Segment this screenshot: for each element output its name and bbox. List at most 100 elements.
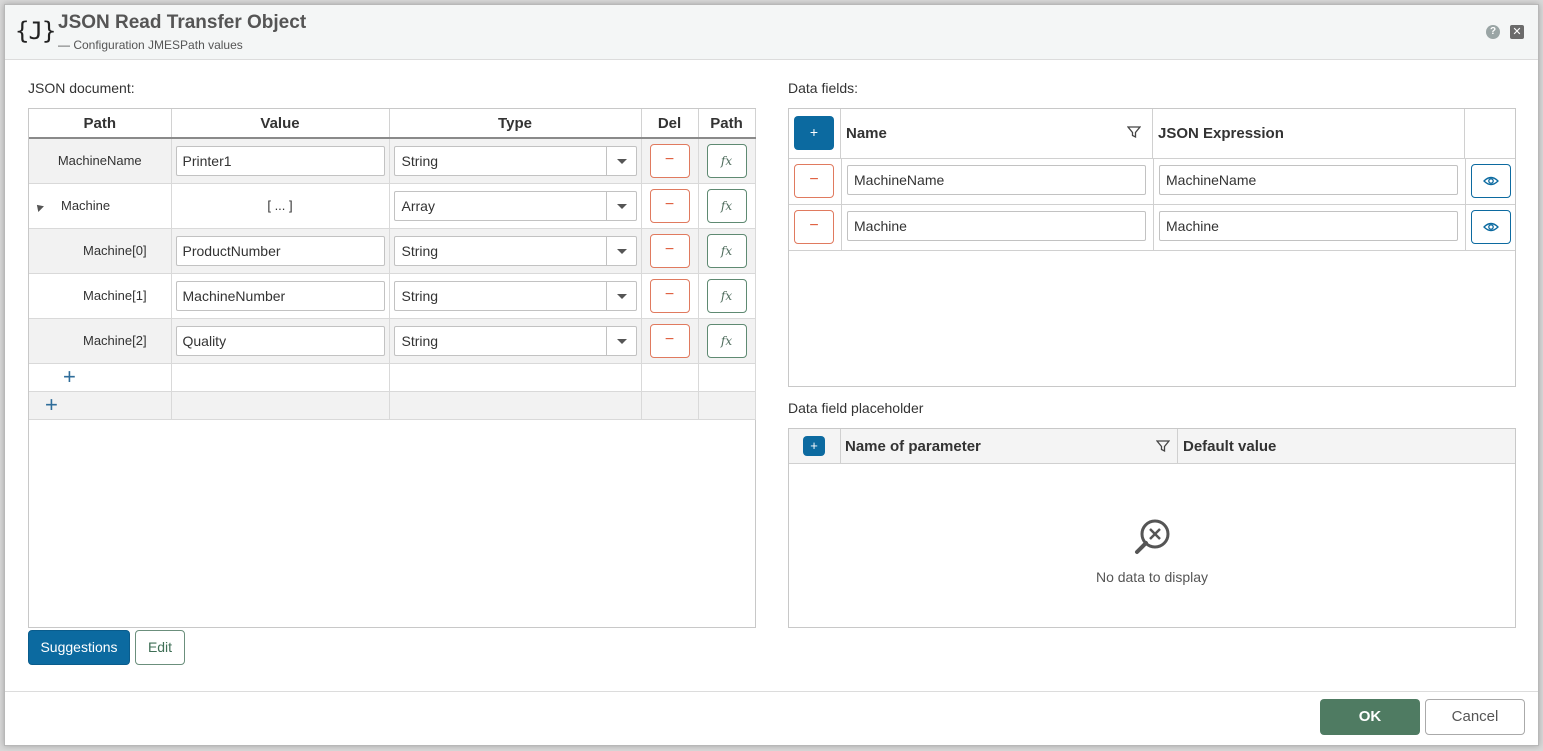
empty-message: No data to display [1095,569,1209,585]
chevron-down-icon[interactable] [605,146,636,175]
path-cell: Machine[0] [29,228,172,274]
fx-icon[interactable]: fx [706,188,747,223]
delete-button[interactable]: − [649,323,690,358]
col-parameter-label: Name of parameter [845,438,981,455]
preview-button[interactable] [1471,164,1511,198]
add-placeholder-button[interactable]: + [803,436,825,456]
col-expression-label: JSON Expression [1158,125,1284,142]
close-icon[interactable]: ✕ [1510,25,1524,39]
chevron-down-icon[interactable] [605,326,636,355]
type-select[interactable]: String [393,235,637,266]
add-root-icon[interactable]: + [45,392,58,417]
col-add: + [789,429,841,463]
add-field-button[interactable]: + [794,116,834,150]
value-input[interactable]: Quality [175,325,385,356]
table-row: Machine[2] Quality String − fx [29,318,756,364]
dialog: {J} JSON Read Transfer Object — Configur… [4,4,1539,746]
path-cell: MachineName [29,138,172,184]
type-select-value: String [401,287,439,304]
json-document-grid: Path Value Type Del Path MachineName Pri… [28,108,756,628]
field-name-input[interactable]: MachineName [847,165,1146,195]
path-cell: Machine[2] [29,318,172,364]
path-label: Machine [61,198,111,213]
path-cell: Machine[1] [29,273,172,319]
preview-button[interactable] [1471,210,1511,244]
type-select[interactable]: String [393,145,637,176]
add-child-row: + [29,363,756,392]
value-input[interactable]: Printer1 [175,145,385,176]
dialog-title: JSON Read Transfer Object [58,12,307,33]
title-bar: {J} JSON Read Transfer Object — Configur… [5,5,1538,60]
field-name-input[interactable]: Machine [847,211,1146,241]
delete-field-button[interactable]: − [794,164,834,198]
fx-icon[interactable]: fx [706,323,747,358]
delete-button[interactable]: − [649,278,690,313]
json-document-label: JSON document: [28,80,135,96]
type-select-value: String [401,332,439,349]
field-expression-input[interactable]: MachineName [1159,165,1458,195]
placeholder-grid: + Name of parameter Default value No dat… [788,428,1516,628]
col-type[interactable]: Type [389,109,642,139]
divider [1465,159,1466,204]
chevron-down-icon[interactable] [605,191,636,220]
col-name[interactable]: Name [841,109,1153,158]
add-child-icon[interactable]: + [63,364,76,389]
path-cell: Machine [29,183,172,229]
col-default-label: Default value [1183,438,1277,455]
field-expression-input[interactable]: Machine [1159,211,1458,241]
delete-field-button[interactable]: − [794,210,834,244]
data-fields-grid: + Name JSON Expression − MachineName Mac… [788,108,1516,387]
data-fields-header: + Name JSON Expression [789,109,1515,159]
chevron-down-icon[interactable] [605,236,636,265]
divider [1153,205,1154,250]
help-icon[interactable]: ? [1486,25,1500,39]
no-data-icon [1135,519,1170,554]
collapse-icon[interactable] [34,202,44,212]
eye-icon [1483,222,1499,232]
delete-button[interactable]: − [649,188,690,223]
divider [841,205,842,250]
delete-button[interactable]: − [649,233,690,268]
dialog-subtitle: — Configuration JMESPath values [58,38,243,52]
table-row: Machine[0] ProductNumber String − fx [29,228,756,274]
cancel-button[interactable]: Cancel [1425,699,1525,735]
type-select[interactable]: Array [393,190,637,221]
add-root-row: + [29,391,756,420]
value-input[interactable]: MachineNumber [175,280,385,311]
filter-icon[interactable] [1127,125,1141,139]
col-value[interactable]: Value [171,109,390,139]
fx-icon[interactable]: fx [706,278,747,313]
delete-button[interactable]: − [649,143,690,178]
divider [841,159,842,204]
suggestions-button[interactable]: Suggestions [28,630,130,665]
filter-icon[interactable] [1156,439,1170,453]
table-row: Machine [ ... ] Array − fx [29,183,756,229]
col-path[interactable]: Path [29,109,172,139]
col-add: + [789,109,841,158]
eye-icon [1483,176,1499,186]
fx-icon[interactable]: fx [706,143,747,178]
data-fields-label: Data fields: [788,80,859,96]
edit-button[interactable]: Edit [135,630,185,665]
table-row: − MachineName MachineName [789,159,1515,205]
divider [1153,159,1154,204]
fx-icon[interactable]: fx [706,233,747,268]
type-select[interactable]: String [393,325,637,356]
col-del[interactable]: Del [641,109,699,139]
col-path-fx[interactable]: Path [698,109,756,139]
json-icon: {J} [15,17,56,45]
type-select-value: String [401,152,439,169]
col-expression[interactable]: JSON Expression [1153,109,1465,158]
placeholder-header: + Name of parameter Default value [789,429,1515,464]
table-row: Machine[1] MachineNumber String − fx [29,273,756,319]
divider [1465,205,1466,250]
type-select[interactable]: String [393,280,637,311]
type-select-value: String [401,242,439,259]
ok-button[interactable]: OK [1320,699,1420,735]
table-row: − Machine Machine [789,205,1515,251]
col-name-label: Name [846,125,887,142]
col-parameter-name[interactable]: Name of parameter [841,429,1178,463]
chevron-down-icon[interactable] [605,281,636,310]
array-value: [ ... ] [171,183,390,229]
value-input[interactable]: ProductNumber [175,235,385,266]
